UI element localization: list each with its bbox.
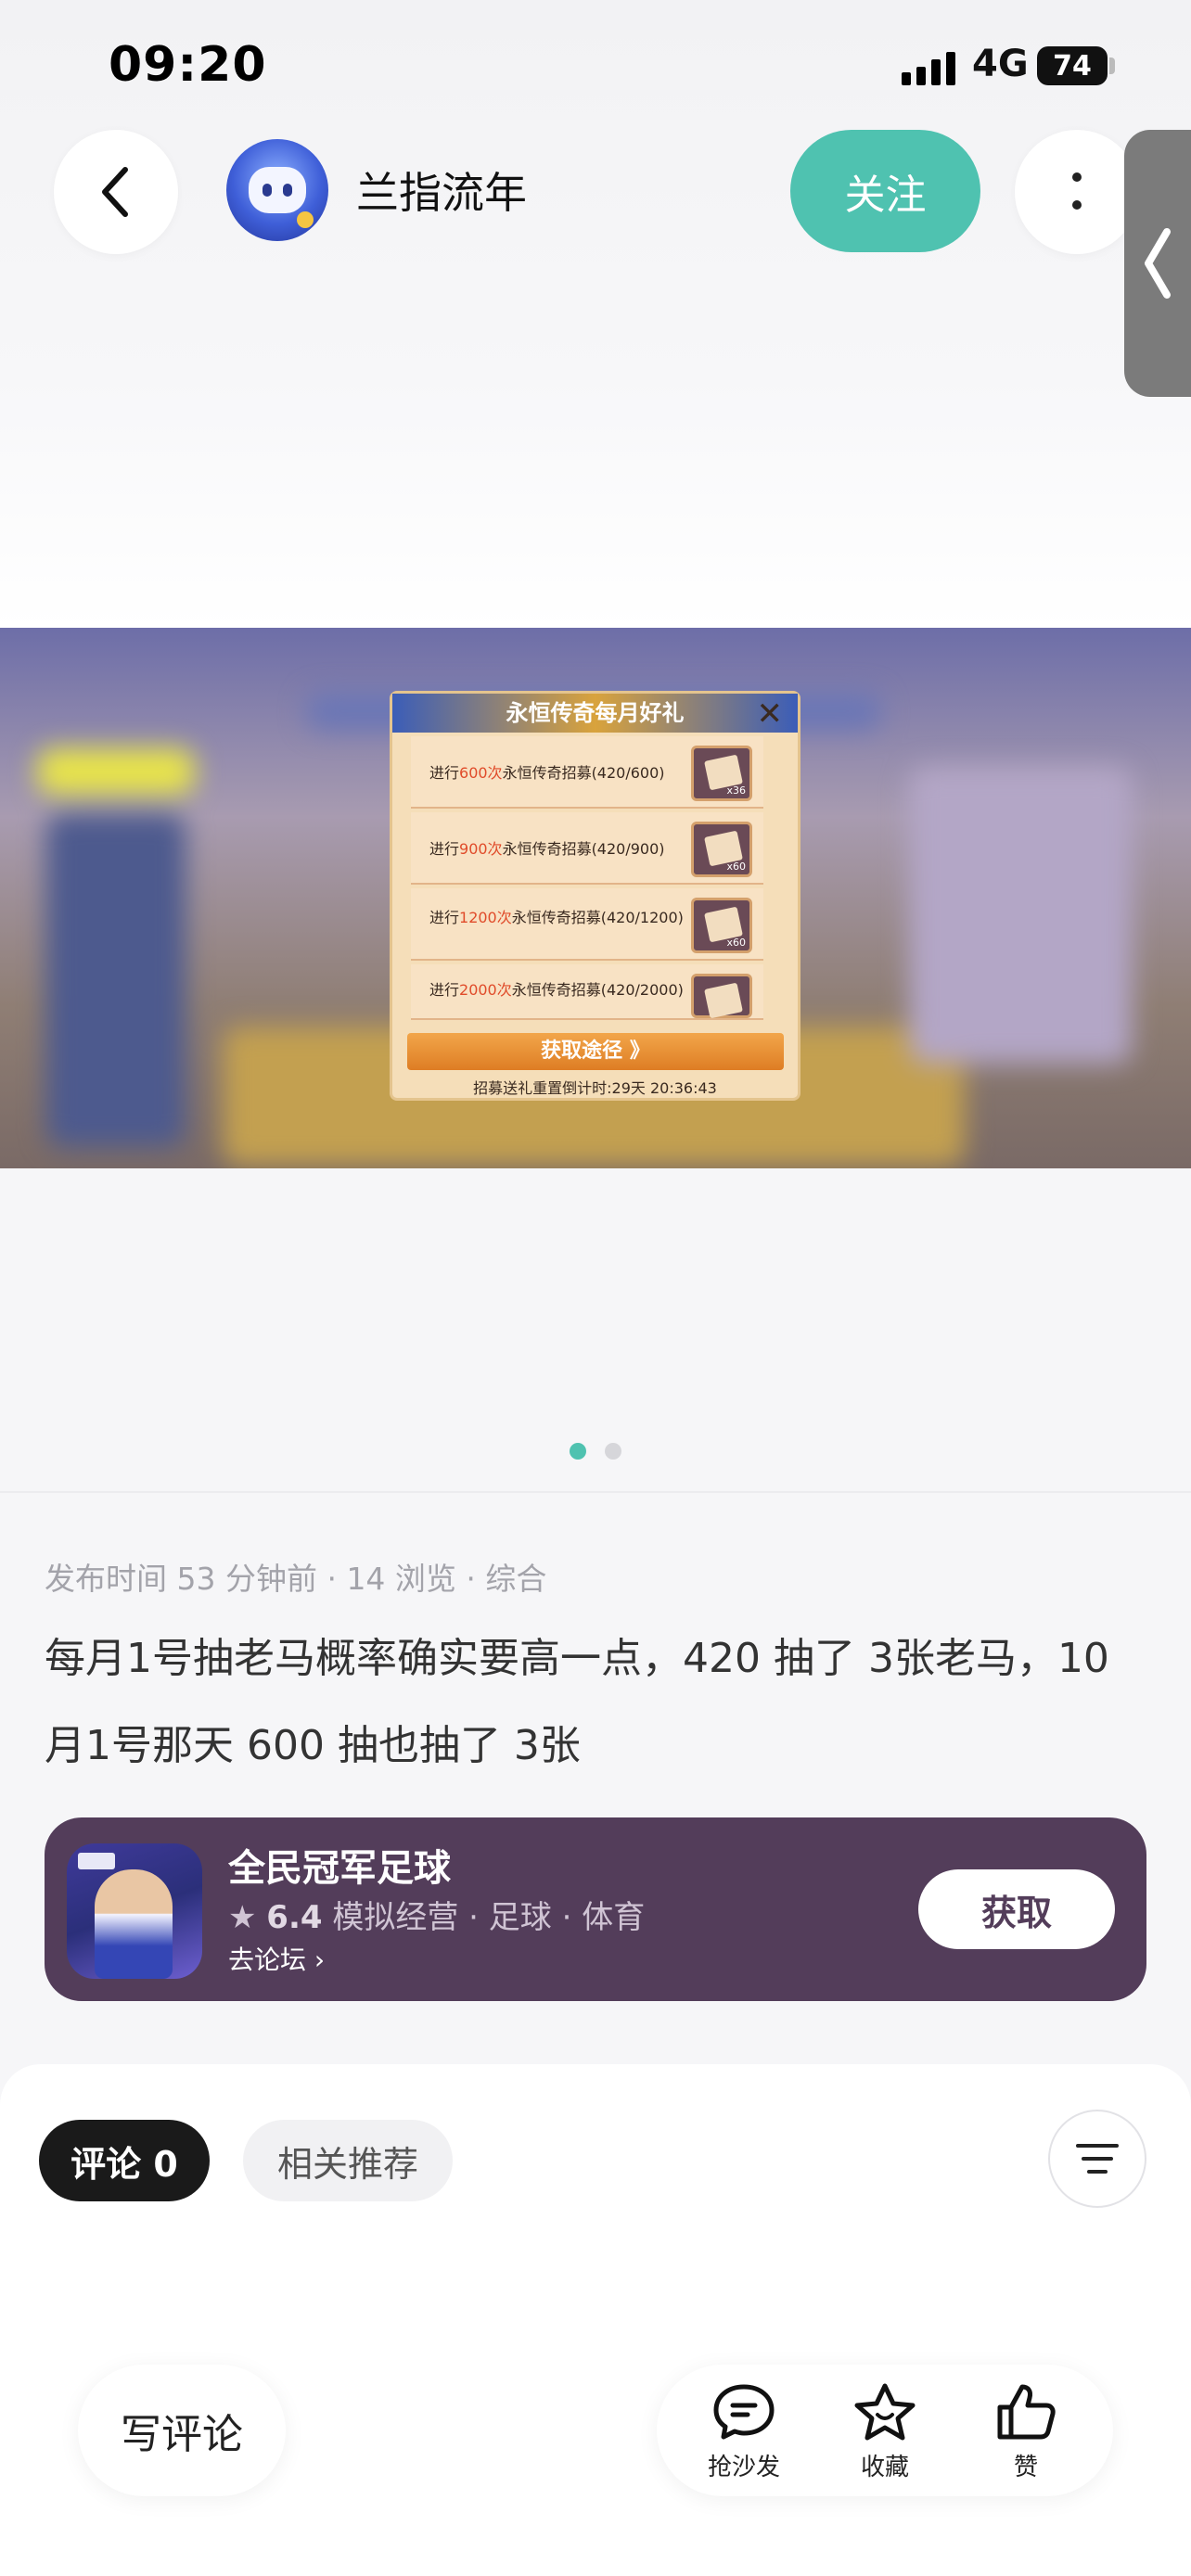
network-type: 4G <box>972 43 1029 85</box>
post-content: 每月1号抽老马概率确实要高一点，420 抽了 3张老马，10月1号那天 600 … <box>45 1635 1109 1769</box>
ticket-icon: x36 <box>691 746 752 801</box>
reward-popup: 永恒传奇每月好礼 ✕ 进行600次永恒传奇招募(420/600) x36 进行9… <box>390 691 800 1101</box>
favorite-button[interactable]: 收藏 <box>829 2381 941 2483</box>
row-text: 永恒传奇招募(420/600) <box>502 764 665 782</box>
popup-row: 进行2000次永恒传奇招募(420/2000) <box>411 964 763 1020</box>
favorite-label: 收藏 <box>860 2454 909 2481</box>
battery-icon: 74 <box>1037 46 1108 85</box>
filter-icon <box>1076 2144 1119 2174</box>
avatar-robot-face <box>249 167 306 213</box>
chevron-right-icon: › <box>314 1945 326 1975</box>
more-vertical-icon <box>1072 172 1082 210</box>
signal-icon <box>902 48 955 85</box>
popup-countdown: 招募送礼重置倒计时:29天 20:36:43 <box>473 1079 717 1097</box>
post-image[interactable]: 永恒传奇每月好礼 ✕ 进行600次永恒传奇招募(420/600) x36 进行9… <box>0 628 1191 1168</box>
row-text: 永恒传奇招募(420/1200) <box>511 909 684 926</box>
divider <box>0 1491 1191 1493</box>
row-text: 永恒传奇招募(420/2000) <box>511 981 684 999</box>
row-count: 900次 <box>459 840 503 858</box>
popup-row: 进行900次永恒传奇招募(420/900) x60 <box>411 812 763 885</box>
sort-button[interactable] <box>1048 2110 1146 2208</box>
thumbs-up-icon <box>997 2384 1056 2440</box>
side-drawer-handle[interactable] <box>1124 130 1191 397</box>
row-count: 600次 <box>459 764 503 782</box>
popup-get-path-button: 获取途径 》 <box>407 1033 784 1070</box>
carousel-dot <box>605 1443 621 1460</box>
app-tags: 模拟经营 · 足球 · 体育 <box>332 1899 646 1936</box>
app-rating: 6.4 <box>266 1899 323 1936</box>
avatar-badge <box>297 211 314 228</box>
follow-button[interactable]: 关注 <box>790 130 980 252</box>
write-comment-button[interactable]: 写评论 <box>78 2365 286 2496</box>
row-qty: x60 <box>726 861 746 873</box>
get-app-button[interactable]: 获取 <box>918 1869 1115 1949</box>
row-qty: x36 <box>726 784 746 797</box>
row-prefix: 进行 <box>429 981 460 999</box>
carousel-indicator <box>570 1443 621 1460</box>
action-bar: 抢沙发 收藏 赞 <box>657 2365 1113 2496</box>
app-icon <box>67 1843 202 1979</box>
chevron-left-icon <box>1145 228 1171 299</box>
battery-tip <box>1109 57 1115 74</box>
star-icon <box>854 2383 916 2441</box>
row-count: 2000次 <box>459 981 512 999</box>
tab-comments[interactable]: 评论 0 <box>39 2120 210 2201</box>
tab-related[interactable]: 相关推荐 <box>243 2120 453 2201</box>
row-text: 永恒传奇招募(420/900) <box>502 840 665 858</box>
sofa-label: 抢沙发 <box>707 2454 780 2481</box>
row-prefix: 进行 <box>429 840 460 858</box>
ticket-icon: x60 <box>691 898 752 953</box>
row-prefix: 进行 <box>429 764 460 782</box>
star-icon: ★ <box>228 1899 257 1936</box>
close-icon: ✕ <box>756 695 784 733</box>
sofa-button[interactable]: 抢沙发 <box>688 2381 800 2483</box>
forum-link-label: 去论坛 <box>228 1945 307 1975</box>
app-card[interactable]: 全民冠军足球 ★ 6.4 模拟经营 · 足球 · 体育 去论坛 › 获取 <box>45 1817 1146 2001</box>
chevron-left-icon <box>102 167 128 217</box>
status-bar: 09:20 4G 74 <box>0 0 1191 130</box>
avatar[interactable] <box>226 139 328 241</box>
post-meta: 发布时间 53 分钟前 · 14 浏览 · 综合 <box>45 1561 547 1597</box>
popup-title: 永恒传奇每月好礼 <box>392 694 798 733</box>
app-info: ★ 6.4 模拟经营 · 足球 · 体育 <box>228 1892 645 1937</box>
status-time: 09:20 <box>109 37 267 93</box>
ticket-icon: x60 <box>691 822 752 877</box>
comment-icon <box>713 2384 775 2440</box>
back-button[interactable] <box>54 130 178 254</box>
more-button[interactable] <box>1015 130 1139 254</box>
row-qty: x60 <box>726 937 746 949</box>
like-button[interactable]: 赞 <box>970 2381 1082 2483</box>
ticket-icon <box>691 974 752 1019</box>
carousel-dot-active <box>570 1443 586 1460</box>
popup-row: 进行1200次永恒传奇招募(420/1200) x60 <box>411 888 763 961</box>
like-label: 赞 <box>1013 2454 1038 2481</box>
row-count: 1200次 <box>459 909 512 926</box>
forum-link[interactable]: 去论坛 › <box>228 1940 325 1977</box>
app-name: 全民冠军足球 <box>228 1847 451 1890</box>
row-prefix: 进行 <box>429 909 460 926</box>
popup-row: 进行600次永恒传奇招募(420/600) x36 <box>411 736 763 809</box>
author-name[interactable]: 兰指流年 <box>356 159 527 221</box>
